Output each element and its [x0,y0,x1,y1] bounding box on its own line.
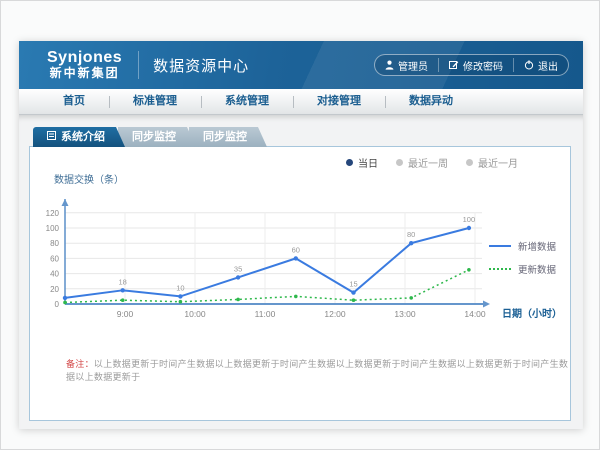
radio-dot [346,159,353,166]
svg-text:120: 120 [46,209,60,218]
app-window: Synjones 新中新集团 数据资源中心 管理员 修改密码 [19,41,583,429]
svg-text:13:00: 13:00 [394,309,416,319]
power-icon [524,60,534,70]
company-logo: Synjones 新中新集团 [47,50,122,79]
current-user-label: 管理员 [398,58,428,73]
legend-label: 更新数据 [518,262,556,276]
solid-line-swatch [489,245,511,247]
change-password-button[interactable]: 修改密码 [438,58,513,72]
radio-label: 最近一周 [408,155,448,170]
nav-item-system-mgmt[interactable]: 系统管理 [201,89,293,114]
legend-label: 新增数据 [518,239,556,253]
brand-wordmark: Synjones [47,50,122,67]
radio-dot [466,159,473,166]
tab-label: 同步监控 [203,127,247,147]
y-axis-title: 数据交换（条） [54,171,124,186]
logout-label: 退出 [538,58,558,73]
legend-item-updated-data[interactable]: 更新数据 [489,262,556,276]
tab-sync-monitor-1[interactable]: 同步监控 [118,127,196,147]
svg-text:35: 35 [234,264,242,273]
radio-dot [396,159,403,166]
footnote-label: 备注： [66,359,94,369]
tab-system-intro[interactable]: 系统介绍 [33,127,125,147]
current-user-button[interactable]: 管理员 [375,58,438,72]
main-nav: 首页 标准管理 系统管理 对接管理 数据异动 [19,89,583,115]
brand-chinese-name: 新中新集团 [47,67,122,80]
svg-text:80: 80 [407,230,415,239]
header-divider [138,51,139,79]
svg-text:100: 100 [46,224,60,233]
radio-today[interactable]: 当日 [346,155,378,170]
series-legend: 新增数据 更新数据 [489,239,556,276]
svg-text:10:00: 10:00 [184,309,206,319]
svg-text:14:00: 14:00 [464,309,486,319]
svg-text:20: 20 [50,285,59,294]
svg-text:11:00: 11:00 [255,309,276,319]
page-background: { "window": { "brand": "Synjones", "bran… [0,0,600,450]
user-icon [385,60,394,70]
svg-text:18: 18 [119,277,127,286]
page-title: 数据资源中心 [153,55,249,76]
tab-label: 系统介绍 [61,127,105,147]
legend-item-new-data[interactable]: 新增数据 [489,239,556,253]
svg-text:0: 0 [55,300,60,309]
footnote: 备注：以上数据更新于时间产生数据以上数据更新于时间产生数据以上数据更新于时间产生… [66,357,570,383]
user-toolbar: 管理员 修改密码 退出 [374,54,569,76]
document-icon [47,127,56,147]
svg-text:9:00: 9:00 [117,309,134,319]
nav-item-data-change[interactable]: 数据异动 [385,89,477,114]
svg-text:60: 60 [50,254,59,263]
svg-text:12:00: 12:00 [324,309,346,319]
svg-text:100: 100 [463,215,476,224]
svg-text:80: 80 [50,239,59,248]
tab-bar: 系统介绍 同步监控 同步监控 [33,127,260,147]
change-password-label: 修改密码 [463,58,503,73]
edit-icon [449,60,459,70]
svg-text:10: 10 [176,283,184,292]
tab-sync-monitor-2[interactable]: 同步监控 [189,127,267,147]
time-range-filter: 当日 最近一周 最近一月 [346,155,518,170]
logout-button[interactable]: 退出 [513,58,568,72]
svg-text:40: 40 [50,270,59,279]
chart-panel: 当日 最近一周 最近一月 数据交换（条） 0 20 40 60 80 100 120 9:00… [29,146,571,421]
tab-label: 同步监控 [132,127,176,147]
content-area: 系统介绍 同步监控 同步监控 当日 最近一周 [19,115,583,429]
nav-item-standard-mgmt[interactable]: 标准管理 [109,89,201,114]
radio-last-week[interactable]: 最近一周 [396,155,448,170]
nav-item-interface-mgmt[interactable]: 对接管理 [293,89,385,114]
app-header: Synjones 新中新集团 数据资源中心 管理员 修改密码 [19,41,583,89]
radio-label: 最近一月 [478,155,518,170]
svg-text:60: 60 [292,245,300,254]
svg-text:日期（小时）: 日期（小时） [502,307,562,320]
footnote-text: 以上数据更新于时间产生数据以上数据更新于时间产生数据以上数据更新于时间产生数据以… [66,359,568,382]
radio-last-month[interactable]: 最近一月 [466,155,518,170]
dotted-line-swatch [489,268,511,270]
nav-item-home[interactable]: 首页 [39,89,109,114]
radio-label: 当日 [358,155,378,170]
svg-text:15: 15 [349,280,357,289]
